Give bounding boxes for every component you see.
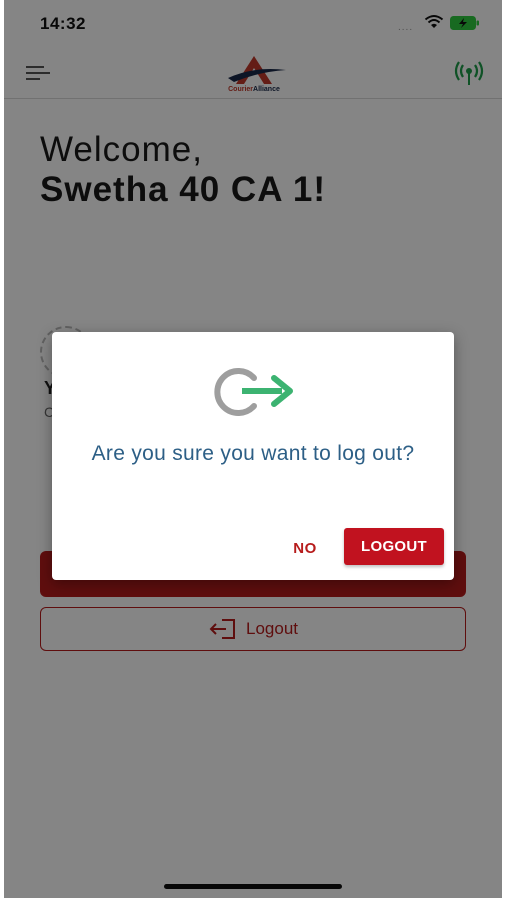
logout-confirm-button[interactable]: LOGOUT [344, 528, 444, 565]
phone-screen: 14:32 .... CourierAlliance Welcome, Swet… [4, 0, 502, 898]
no-button[interactable]: NO [280, 534, 330, 564]
dialog-message: Are you sure you want to log out? [91, 442, 415, 465]
power-logout-icon [214, 368, 293, 416]
logout-confirm-dialog: Are you sure you want to log out? NO LOG… [52, 332, 454, 580]
